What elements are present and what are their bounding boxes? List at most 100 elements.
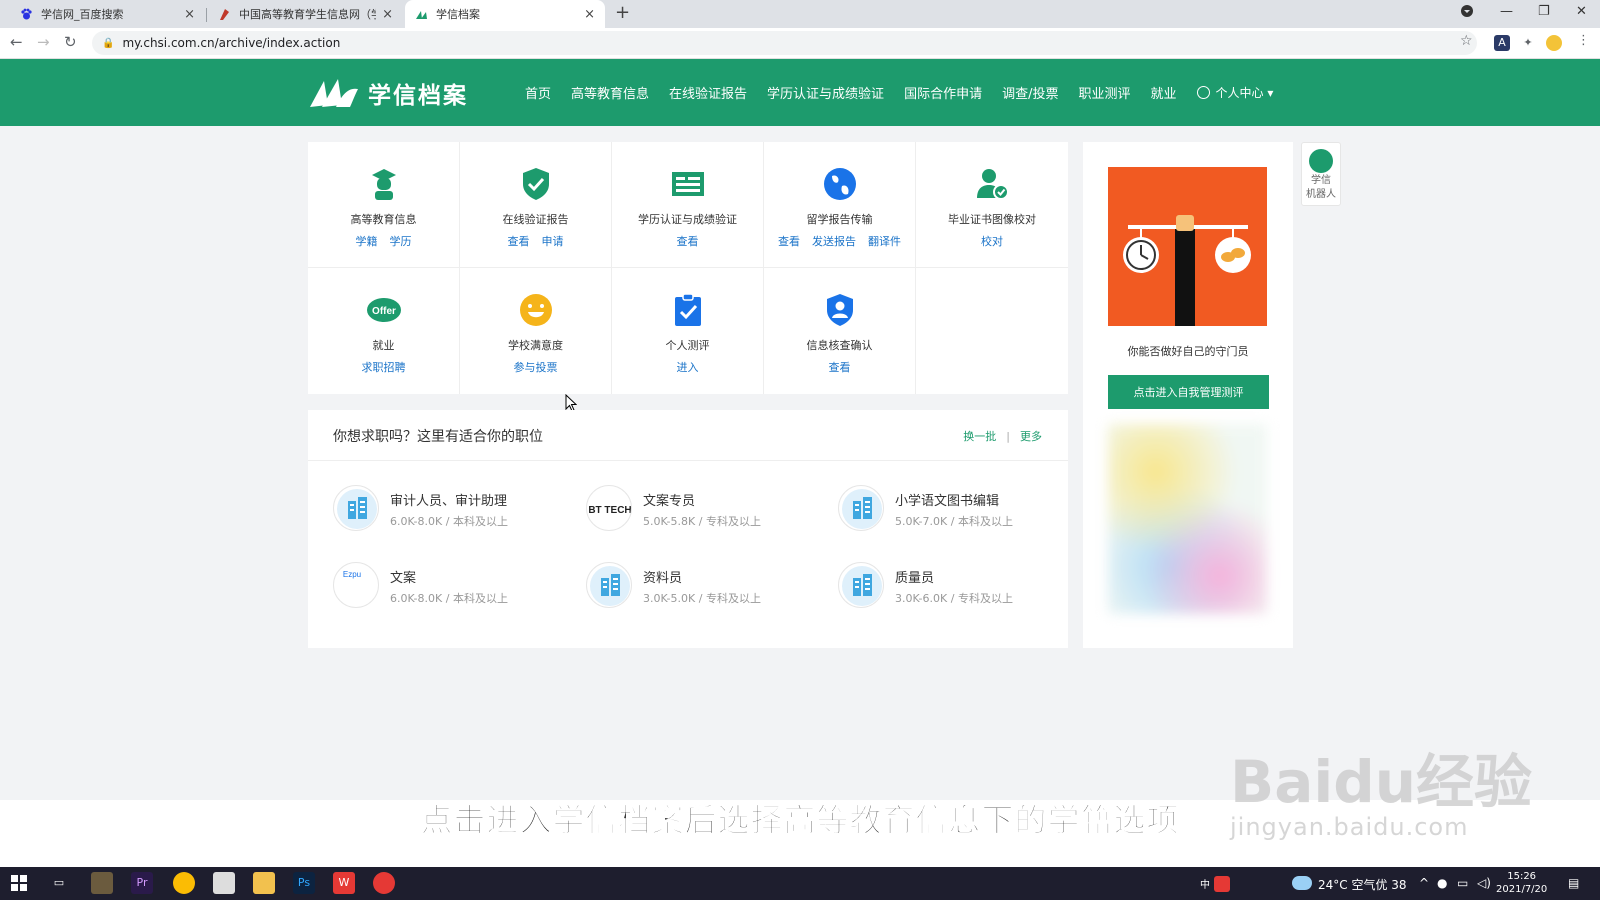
id-card-icon[interactable] (670, 166, 706, 202)
service-personal-test: 个人测评 进入 (612, 268, 764, 394)
tab-chsi[interactable]: 中国高等教育学生信息网（学信网） × (208, 0, 403, 28)
link-view[interactable]: 查看 (829, 361, 851, 374)
nav-higher-education[interactable]: 高等教育信息 (571, 83, 649, 102)
photoshop-icon[interactable]: Ps (293, 872, 315, 894)
close-tab-icon[interactable]: × (184, 7, 195, 22)
link-enter[interactable]: 进入 (677, 361, 699, 374)
premiere-pro-icon[interactable]: Pr (131, 872, 153, 894)
taskbar-doc-icon[interactable] (213, 872, 235, 894)
link-view[interactable]: 查看 (508, 235, 530, 248)
link-send-report[interactable]: 发送报告 (812, 235, 856, 248)
link-job-search[interactable]: 求职招聘 (362, 361, 406, 374)
translate-extension-icon[interactable]: A (1494, 35, 1510, 51)
volume-icon[interactable]: ◁) (1477, 876, 1491, 890)
taskbar-app-icon[interactable] (91, 872, 113, 894)
minimize-icon[interactable]: — (1500, 4, 1513, 19)
slash: / (698, 515, 703, 528)
nav-international[interactable]: 国际合作申请 (904, 83, 982, 102)
user-avatar-icon[interactable] (1546, 35, 1562, 51)
extensions-puzzle-icon[interactable]: ✦ (1520, 35, 1536, 51)
site-logo[interactable]: 学信档案 (308, 75, 468, 111)
user-center-menu[interactable]: 个人中心 ▾ (1196, 84, 1273, 101)
job-title: 质量员 (895, 571, 935, 586)
job-salary: 6.0K-8.0K (390, 592, 443, 605)
reload-icon[interactable]: ↻ (64, 33, 77, 51)
service-name: 学历认证与成绩验证 (638, 213, 737, 226)
link-proofread[interactable]: 校对 (981, 235, 1003, 248)
tab-archive[interactable]: 学信档案 × (405, 0, 605, 28)
job-item[interactable]: Ezpu 文案 6.0K-8.0K / 本科及以上 (333, 562, 563, 612)
link-vote[interactable]: 参与投票 (514, 361, 558, 374)
profile-icon[interactable] (1460, 4, 1474, 22)
smiley-icon[interactable] (518, 292, 554, 328)
job-education: 本科及以上 (452, 515, 508, 528)
restore-icon[interactable]: ❐ (1538, 4, 1550, 19)
link-student-status[interactable]: 学籍 (356, 235, 378, 248)
clock[interactable]: 15:26 2021/7/20 (1496, 870, 1547, 896)
service-name: 个人测评 (665, 339, 710, 352)
refresh-jobs-link[interactable]: 换一批 (963, 430, 996, 443)
network-icon[interactable]: ▭ (1457, 876, 1468, 890)
building-icon (838, 485, 884, 531)
menu-dots-icon[interactable]: ⋮ (1577, 33, 1590, 48)
link-translation[interactable]: 翻译件 (868, 235, 901, 248)
weather-text[interactable]: 24°C 空气优 38 (1318, 876, 1407, 893)
offer-icon[interactable]: Offer (366, 292, 402, 328)
company-logo: Ezpu (333, 562, 379, 608)
task-view-icon[interactable]: ▭ (48, 872, 70, 894)
clipboard-check-icon[interactable] (670, 292, 706, 328)
file-explorer-icon[interactable] (253, 872, 275, 894)
windows-start-icon[interactable] (8, 872, 30, 894)
sogou-ime-icon[interactable] (1214, 876, 1230, 892)
chsi-robot-button[interactable]: 学信 机器人 (1301, 142, 1341, 206)
forward-icon[interactable]: → (37, 33, 50, 51)
link-view[interactable]: 查看 (778, 235, 800, 248)
job-education: 专科及以上 (705, 515, 761, 528)
nav-jobs[interactable]: 就业 (1150, 83, 1176, 102)
service-name: 学校满意度 (508, 339, 563, 352)
close-window-icon[interactable]: ✕ (1576, 4, 1587, 19)
back-icon[interactable]: ← (10, 33, 23, 51)
wps-icon[interactable]: W (333, 872, 355, 894)
self-management-test-button[interactable]: 点击进入自我管理测评 (1108, 375, 1269, 409)
notification-icon[interactable]: ▤ (1568, 876, 1579, 890)
tray-chevron-icon[interactable]: ^ (1419, 876, 1429, 890)
job-item[interactable]: BT TECH 文案专员 5.0K-5.8K / 专科及以上 (586, 485, 816, 535)
ime-indicator[interactable]: 中 (1200, 876, 1210, 891)
jobs-actions: 换一批 | 更多 (963, 428, 1042, 444)
link-degree[interactable]: 学历 (390, 235, 412, 248)
job-item[interactable]: 审计人员、审计助理 6.0K-8.0K / 本科及以上 (333, 485, 563, 535)
bookmark-star-icon[interactable]: ☆ (1460, 33, 1473, 49)
tab-title: 学信档案 (436, 8, 480, 21)
graduate-icon[interactable] (366, 166, 402, 202)
chrome-icon[interactable] (173, 872, 195, 894)
nav-certification[interactable]: 学历认证与成绩验证 (767, 83, 884, 102)
qq-tray-icon[interactable]: ● (1437, 876, 1447, 890)
link-view[interactable]: 查看 (677, 235, 699, 248)
link-apply[interactable]: 申请 (542, 235, 564, 248)
close-tab-icon[interactable]: × (584, 7, 595, 22)
close-tab-icon[interactable]: × (382, 7, 393, 22)
service-online-report: 在线验证报告 查看 申请 (460, 142, 612, 268)
nav-career-test[interactable]: 职业测评 (1078, 83, 1130, 102)
nav-survey[interactable]: 调查/投票 (1002, 83, 1058, 102)
netease-music-icon[interactable] (373, 872, 395, 894)
lock-icon: 🔒 (102, 37, 115, 49)
user-check-icon[interactable] (974, 166, 1010, 202)
new-tab-button[interactable]: + (615, 2, 630, 23)
user-shield-icon[interactable] (822, 292, 858, 328)
company-logo-text: Ezpu (343, 570, 361, 579)
nav-online-report[interactable]: 在线验证报告 (669, 83, 747, 102)
url-field[interactable]: 🔒 my.chsi.com.cn/archive/index.action (92, 31, 1477, 55)
jobs-panel: 你想求职吗？这里有适合你的职位 换一批 | 更多 审计人员、审计助理 6.0K-8.… (308, 410, 1068, 648)
job-item[interactable]: 质量员 3.0K-6.0K / 专科及以上 (838, 562, 1068, 612)
tab-baidu-search[interactable]: 学信网_百度搜索 × (10, 0, 205, 28)
job-title: 资料员 (643, 571, 683, 586)
shield-check-icon[interactable] (518, 166, 554, 202)
ad-image[interactable] (1108, 167, 1267, 326)
globe-icon[interactable] (822, 166, 858, 202)
nav-home[interactable]: 首页 (525, 83, 551, 102)
job-item[interactable]: 小学语文图书编辑 5.0K-7.0K / 本科及以上 (838, 485, 1068, 535)
more-jobs-link[interactable]: 更多 (1020, 430, 1042, 443)
job-item[interactable]: 资料员 3.0K-5.0K / 专科及以上 (586, 562, 816, 612)
